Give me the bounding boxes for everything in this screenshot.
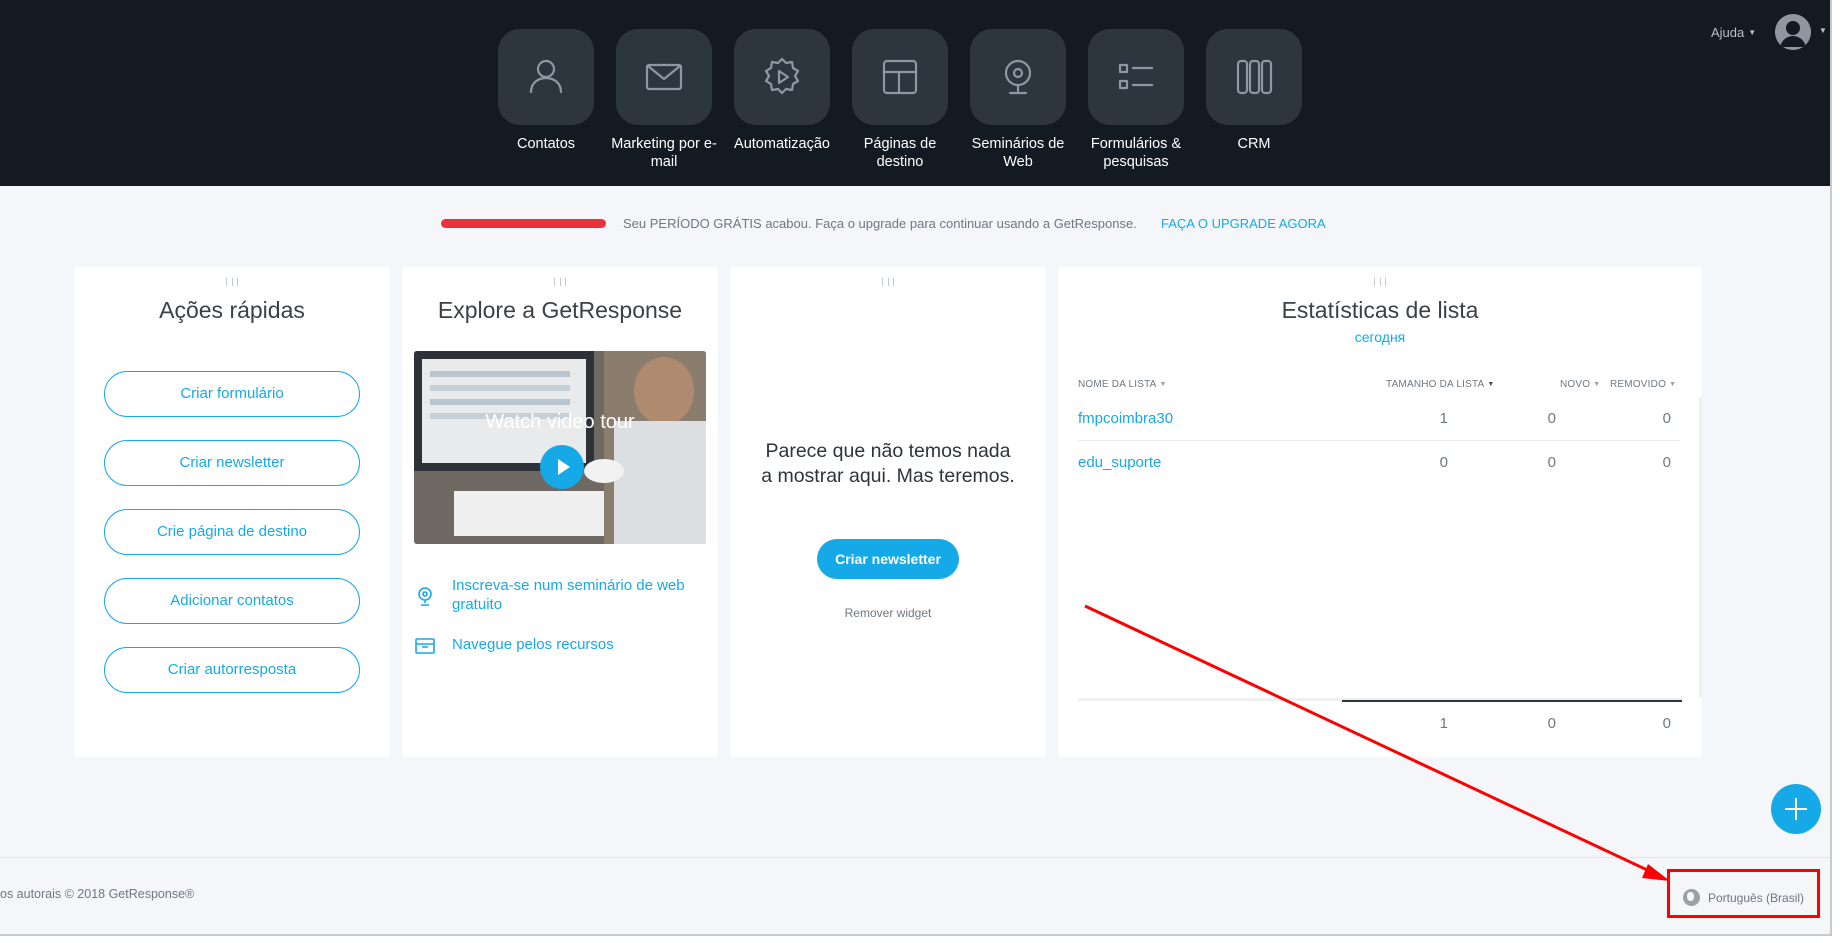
nav-item-email-marketing[interactable]: Marketing por e-mail [605,29,723,171]
nav-item-contacts[interactable]: Contatos [487,29,605,171]
nav-tile[interactable] [616,29,712,125]
nav-item-landing-pages[interactable]: Páginas de destino [841,29,959,171]
nav-tile[interactable] [498,29,594,125]
webinar-signup-link[interactable]: Inscreva-se num seminário de web gratuit… [452,576,712,614]
top-navigation-bar: Contatos Marketing por e-mail Automatiza… [0,0,1830,186]
nav-item-forms[interactable]: Formulários & pesquisas [1077,29,1195,171]
nav-label: Seminários de Web [971,136,1065,170]
sort-icon: ▼ [1669,381,1677,388]
vertical-scrollbar[interactable] [1699,397,1702,697]
nav-tile[interactable] [970,29,1066,125]
quick-actions-card: Ações rápidas Criar formulário Criar new… [74,267,390,757]
help-menu[interactable]: Ajuda ▼ [1711,25,1756,40]
card-title: Explore a GetResponse [437,297,683,323]
nav-item-crm[interactable]: CRM [1195,29,1313,171]
nav-label: Formulários & pesquisas [1090,136,1182,170]
explore-card: Explore a GetResponse Watch video tour I… [402,267,718,757]
main-nav: Contatos Marketing por e-mail Automatiza… [487,29,1313,171]
column-header-list-name[interactable]: NOME DA LISTA ▼ [1078,379,1167,390]
layout-icon [882,59,918,95]
play-icon[interactable] [540,445,584,489]
column-header-label: REMOVIDO [1610,379,1667,390]
sort-icon: ▼ [1593,381,1601,388]
envelope-icon [645,63,683,91]
create-form-button[interactable]: Criar formulário [104,371,360,417]
drag-handle-icon[interactable] [554,278,566,286]
copyright-text: os autorais © 2018 GetResponse® [0,887,195,901]
sort-icon: ▼ [1159,381,1167,388]
video-tour-thumbnail[interactable]: Watch video tour [414,351,706,544]
nav-item-webinars[interactable]: Seminários de Web [959,29,1077,171]
app-window: Contatos Marketing por e-mail Automatiza… [0,0,1832,936]
chevron-down-icon[interactable]: ▼ [1819,26,1827,35]
list-name-link[interactable]: fmpcoimbra30 [1078,410,1173,427]
footer-divider [0,857,1830,858]
nav-label: Automatização [734,136,830,152]
box-icon [414,635,436,657]
annotation-highlight-box [1667,869,1820,918]
nav-label: Páginas de destino [863,136,937,170]
period-selector[interactable]: сегодня [1058,329,1702,345]
nav-label: CRM [1237,136,1271,152]
nav-tile[interactable] [1206,29,1302,125]
card-title: Estatísticas de lista [1281,297,1479,323]
column-header-list-size[interactable]: TAMANHO DA LISTA ▼ [1386,379,1495,390]
add-widget-button[interactable] [1771,784,1821,834]
create-landing-page-button[interactable]: Crie página de destino [104,509,360,555]
nav-item-automation[interactable]: Automatização [723,29,841,171]
empty-state-message: Parece que não temos nada a mostrar aqui… [761,440,1015,487]
removed-value: 0 [1662,410,1671,427]
columns-icon [1236,59,1273,95]
trial-progress-bar [441,219,606,228]
help-label: Ajuda [1711,25,1745,40]
nav-tile[interactable] [734,29,830,125]
column-header-removed[interactable]: REMOVIDO ▼ [1610,379,1676,390]
avatar[interactable] [1775,14,1811,50]
nav-label: Contatos [516,136,576,152]
column-header-new[interactable]: NOVO ▼ [1560,379,1600,390]
chevron-down-icon: ▼ [1748,28,1757,37]
column-header-label: NOME DA LISTA [1078,379,1157,390]
horizontal-scrollbar-thumb[interactable] [1342,700,1682,702]
list-size-value: 0 [1439,454,1448,471]
drag-handle-icon[interactable] [882,278,894,286]
list-size-value: 1 [1439,410,1448,427]
user-avatar-icon [1775,14,1811,50]
removed-value: 0 [1662,454,1671,471]
total-new-value: 0 [1547,715,1556,732]
webcam-icon [1004,59,1032,95]
drag-handle-icon[interactable] [1374,278,1386,286]
nav-label: Marketing por e-mail [611,136,717,170]
create-newsletter-button[interactable]: Criar newsletter [104,440,360,486]
form-list-icon [1118,63,1154,90]
webcam-icon [414,585,436,607]
new-value: 0 [1547,454,1556,471]
column-header-label: NOVO [1560,379,1591,390]
list-stats-card: Estatísticas de lista сегодня NOME DA LI… [1058,267,1702,757]
sort-icon: ▼ [1487,381,1495,388]
column-header-label: TAMANHO DA LISTA [1386,379,1485,390]
row-divider [1078,440,1679,441]
trial-message: Seu PERÍODO GRÁTIS acabou. Faça o upgrad… [623,216,1137,231]
drag-handle-icon[interactable] [226,278,238,286]
create-newsletter-button[interactable]: Criar newsletter [817,539,959,579]
remove-widget-link[interactable]: Remover widget [730,606,1046,620]
person-icon [529,59,563,94]
gear-play-icon [764,57,800,95]
browse-resources-link[interactable]: Navegue pelos recursos [452,635,712,654]
add-contacts-button[interactable]: Adicionar contatos [104,578,360,624]
upgrade-link[interactable]: FAÇA O UPGRADE AGORA [1161,216,1326,231]
create-autoresponder-button[interactable]: Criar autorresposta [104,647,360,693]
total-size-value: 1 [1439,715,1448,732]
total-removed-value: 0 [1662,715,1671,732]
new-value: 0 [1547,410,1556,427]
nav-tile[interactable] [1088,29,1184,125]
empty-widget-card: Parece que não temos nada a mostrar aqui… [730,267,1046,757]
nav-tile[interactable] [852,29,948,125]
video-caption: Watch video tour [485,411,635,433]
list-name-link[interactable]: edu_suporte [1078,454,1161,471]
card-title: Ações rápidas [159,297,305,323]
